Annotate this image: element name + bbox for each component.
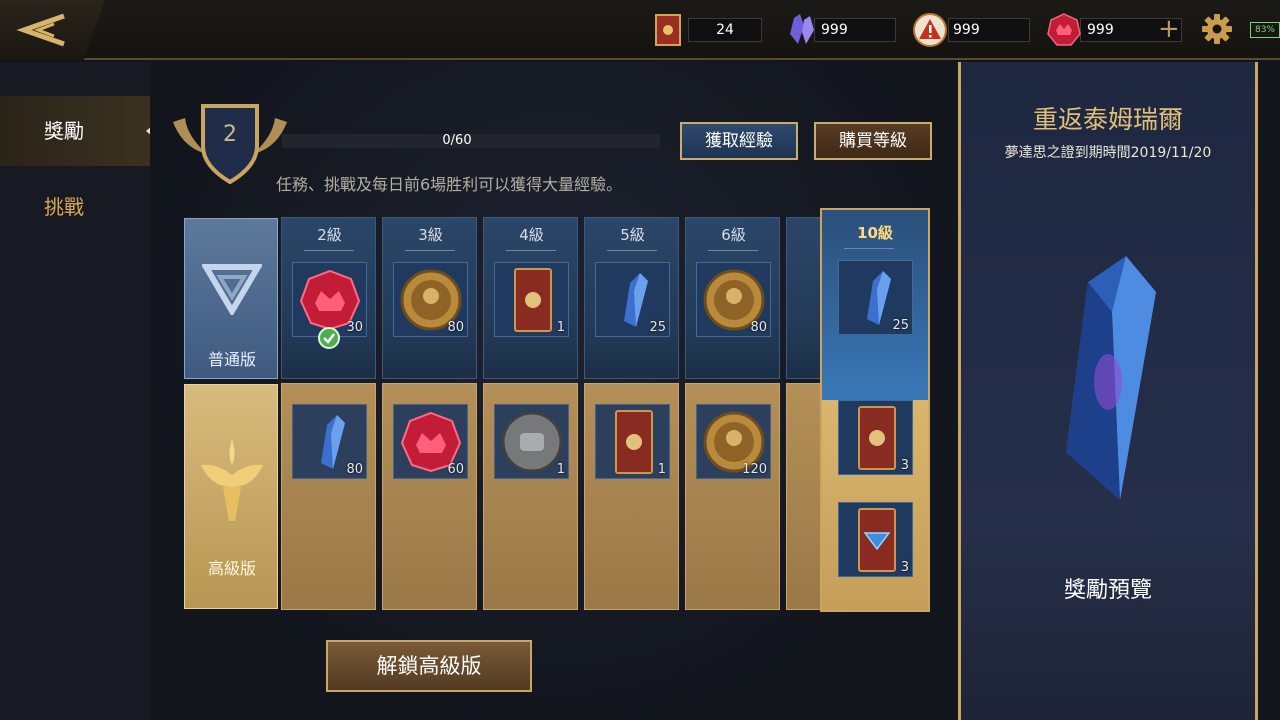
top-bar: 24 999 999 999 + 83% bbox=[0, 0, 1280, 60]
level-column-3: 3級 80 bbox=[382, 217, 477, 379]
reward-quantity: 80 bbox=[346, 462, 363, 477]
reward-preview-panel: 重返泰姆瑞爾 夢達思之證到期時間2019/11/20 獎勵預覽 bbox=[958, 62, 1258, 720]
level-label: 2級 bbox=[282, 224, 377, 251]
normal-reward-slot[interactable]: 1 bbox=[494, 262, 569, 337]
warning-emblem-icon bbox=[913, 13, 947, 47]
level-column-partial bbox=[786, 217, 824, 379]
xp-progress-text: 0/60 bbox=[442, 133, 472, 148]
level-label: 3級 bbox=[383, 224, 478, 251]
level-column-5: 5級 25 bbox=[584, 217, 679, 379]
level-10-label: 10級 bbox=[822, 222, 928, 249]
reward-quantity: 3 bbox=[900, 458, 909, 473]
level-column-3-premium: 60 bbox=[382, 383, 477, 610]
current-level: 2 bbox=[223, 122, 237, 147]
reward-quantity: 60 bbox=[447, 462, 464, 477]
level-10-normal-reward[interactable]: 25 bbox=[838, 260, 913, 335]
level-10-column: 10級 25 3 3 bbox=[820, 208, 930, 612]
reward-quantity: 25 bbox=[892, 318, 909, 333]
reward-quantity: 1 bbox=[556, 320, 565, 335]
level-column-5-premium: 1 bbox=[584, 383, 679, 610]
resource-emblem: 999 bbox=[912, 13, 1030, 47]
season-title: 重返泰姆瑞爾 bbox=[1032, 105, 1183, 134]
level-column-partial-premium bbox=[786, 383, 824, 610]
premium-reward-slot[interactable]: 120 bbox=[696, 404, 771, 479]
premium-reward-slot[interactable]: 1 bbox=[595, 404, 670, 479]
level-label: 5級 bbox=[585, 224, 680, 251]
xp-hint-text: 任務、挑戰及每日前6場胜利可以獲得大量經驗。 bbox=[276, 175, 623, 194]
card-icon bbox=[655, 14, 681, 46]
reward-quantity: 1 bbox=[556, 462, 565, 477]
level-column-6-premium: 120 bbox=[685, 383, 780, 610]
reward-quantity: 1 bbox=[657, 462, 666, 477]
level-column-4: 4級 1 bbox=[483, 217, 578, 379]
crystal-preview-icon bbox=[1066, 256, 1156, 500]
reward-quantity: 25 bbox=[649, 320, 666, 335]
resource-crystal-value: 999 bbox=[814, 18, 896, 42]
level-column-2-premium: 80 bbox=[281, 383, 376, 610]
battery-indicator: 83% bbox=[1250, 22, 1280, 38]
back-button[interactable] bbox=[0, 0, 105, 60]
normal-reward-slot[interactable]: 25 bbox=[595, 262, 670, 337]
resource-ruby: 999 + bbox=[1046, 13, 1182, 46]
unlock-premium-button[interactable]: 解鎖高級版 bbox=[326, 640, 532, 692]
normal-reward-slot[interactable]: 80 bbox=[696, 262, 771, 337]
crystal-icon bbox=[790, 14, 814, 44]
premium-reward-slot[interactable]: 80 bbox=[292, 404, 367, 479]
level-column-6: 6級 80 bbox=[685, 217, 780, 379]
add-ruby-button[interactable]: + bbox=[1158, 14, 1180, 44]
resource-cards-value: 24 bbox=[688, 18, 762, 42]
reward-quantity: 80 bbox=[750, 320, 767, 335]
normal-reward-slot[interactable]: 30 bbox=[292, 262, 367, 337]
nav-item-rewards[interactable]: 獎勵 bbox=[0, 96, 152, 166]
claimed-check-icon bbox=[318, 327, 340, 349]
get-xp-button[interactable]: 獲取經驗 bbox=[680, 122, 798, 160]
resource-cards: 24 bbox=[650, 14, 762, 46]
level-10-premium-reward-1[interactable]: 3 bbox=[838, 400, 913, 475]
premium-track-header: 高級版 bbox=[184, 384, 278, 609]
resource-crystal: 999 bbox=[784, 14, 896, 44]
level-label: 6級 bbox=[686, 224, 781, 251]
level-10-premium-cell: 3 3 bbox=[822, 400, 928, 610]
ruby-icon bbox=[1047, 13, 1081, 46]
reward-quantity: 30 bbox=[346, 320, 363, 335]
season-expiry-text: 夢達思之證到期時間2019/11/20 bbox=[1004, 145, 1212, 161]
level-10-normal-cell: 10級 25 bbox=[822, 210, 928, 400]
resource-emblem-value: 999 bbox=[948, 18, 1030, 42]
normal-track-emblem-icon bbox=[202, 264, 262, 315]
level-column-2: 2級 30 bbox=[281, 217, 376, 379]
reward-preview-label: 獎勵預覽 bbox=[1063, 578, 1152, 603]
nav-item-challenges[interactable]: 挑戰 bbox=[0, 172, 150, 242]
premium-track-label: 高級版 bbox=[207, 559, 256, 578]
reward-quantity: 80 bbox=[447, 320, 464, 335]
buy-level-button[interactable]: 購買等級 bbox=[814, 122, 932, 160]
reward-quantity: 120 bbox=[742, 462, 767, 477]
normal-track-header: 普通版 bbox=[184, 218, 278, 379]
premium-reward-slot[interactable]: 1 bbox=[494, 404, 569, 479]
back-arrow-icon bbox=[16, 13, 65, 47]
level-column-4-premium: 1 bbox=[483, 383, 578, 610]
level-10-premium-reward-2[interactable]: 3 bbox=[838, 502, 913, 577]
normal-track-label: 普通版 bbox=[207, 350, 256, 369]
gear-icon[interactable] bbox=[1200, 12, 1234, 46]
normal-reward-slot[interactable]: 80 bbox=[393, 262, 468, 337]
level-label: 4級 bbox=[484, 224, 579, 251]
premium-track-emblem-icon bbox=[201, 439, 263, 521]
reward-quantity: 3 bbox=[900, 560, 909, 575]
side-nav: 獎勵 挑戰 bbox=[0, 62, 152, 720]
premium-reward-slot[interactable]: 60 bbox=[393, 404, 468, 479]
